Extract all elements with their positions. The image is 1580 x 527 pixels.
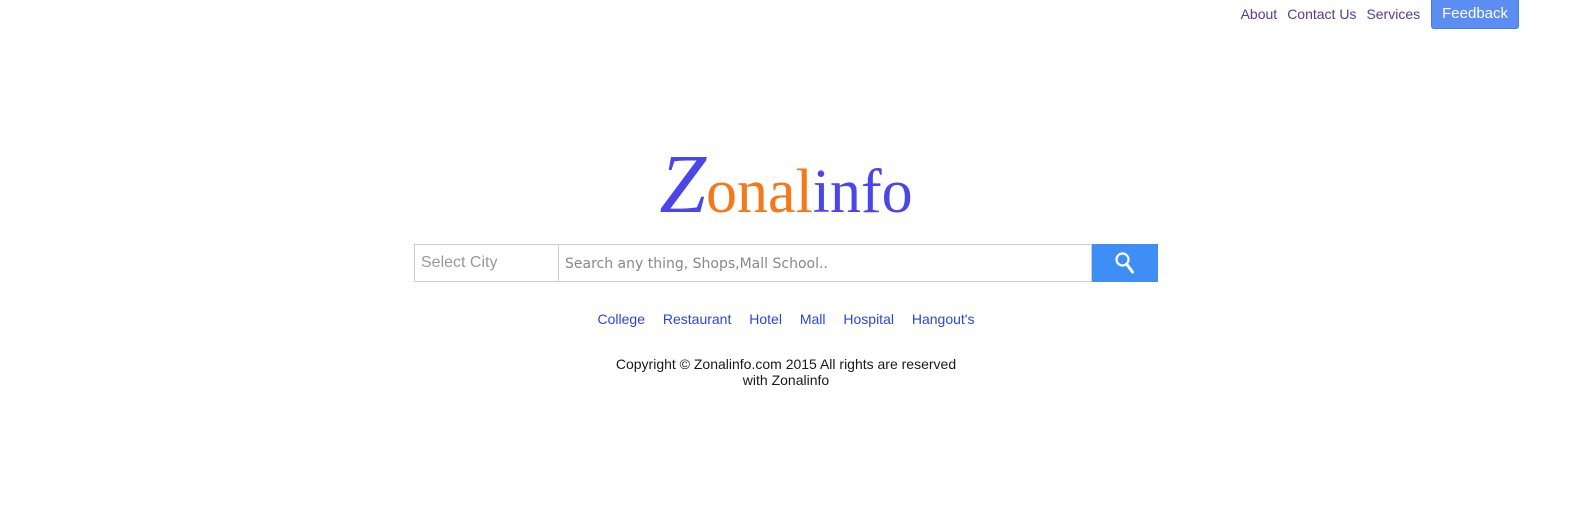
logo-text-onal: onal xyxy=(706,158,813,226)
category-link-restaurant[interactable]: Restaurant xyxy=(663,311,731,327)
category-link-hospital[interactable]: Hospital xyxy=(843,311,894,327)
category-links: College Restaurant Hotel Mall Hospital H… xyxy=(0,311,1572,327)
search-bar: Select City xyxy=(414,244,1158,282)
logo-letter-z: Z xyxy=(659,138,707,231)
footer: Copyright © Zonalinfo.com 2015 All right… xyxy=(0,356,1572,388)
top-nav: About Contact Us Services Feedback xyxy=(1241,0,1519,29)
search-icon xyxy=(1115,252,1134,274)
city-select[interactable]: Select City xyxy=(414,244,559,282)
copyright-text: Copyright © Zonalinfo.com 2015 All right… xyxy=(615,356,957,372)
logo-text-info: info xyxy=(812,158,913,226)
copyright-text-line2: with Zonalinfo xyxy=(742,372,830,388)
nav-link-contact-us[interactable]: Contact Us xyxy=(1287,0,1356,29)
feedback-button[interactable]: Feedback xyxy=(1431,0,1519,29)
site-logo: Zonalinfo xyxy=(0,140,1572,237)
search-button[interactable] xyxy=(1092,244,1158,282)
page: About Contact Us Services Feedback Zonal… xyxy=(0,0,1580,527)
nav-link-services[interactable]: Services xyxy=(1366,0,1420,29)
category-link-hangouts[interactable]: Hangout's xyxy=(912,311,975,327)
category-link-mall[interactable]: Mall xyxy=(800,311,826,327)
category-link-college[interactable]: College xyxy=(598,311,645,327)
category-link-hotel[interactable]: Hotel xyxy=(749,311,782,327)
search-input[interactable] xyxy=(559,244,1092,282)
nav-link-about[interactable]: About xyxy=(1241,0,1278,29)
